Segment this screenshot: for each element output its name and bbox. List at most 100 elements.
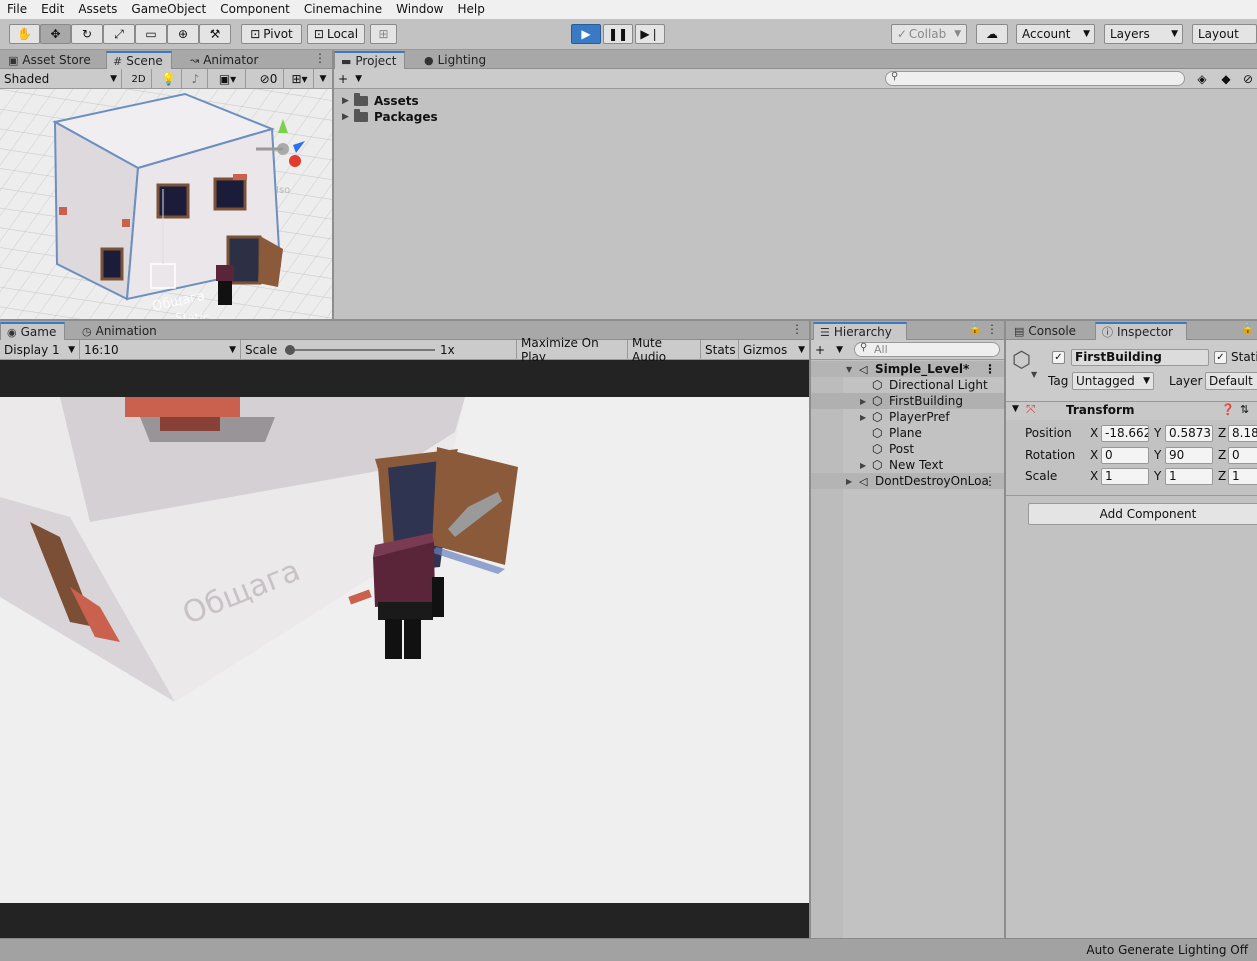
scale-x-field[interactable]: 1 [1101,468,1149,485]
tab-scene[interactable]: # Scene [106,51,172,69]
expand-arrow-icon[interactable]: ▶ [860,461,866,470]
expand-arrow-icon[interactable]: ▶ [860,397,866,406]
pause-button[interactable]: ❚❚ [603,24,633,44]
toggle-2d[interactable]: 2D [126,69,152,89]
scene-row[interactable]: ▼ ◁ Simple_Level* ⋮ [811,361,1004,377]
aspect-dropdown[interactable]: 16:10 ▼ [80,340,241,360]
expand-arrow-icon[interactable]: ▶ [342,112,354,122]
chevron-down-icon[interactable]: ▼ [314,69,332,89]
transform-tool-icon[interactable]: ⊕ [167,24,199,44]
audio-icon[interactable]: ♪ [184,69,208,89]
menu-window[interactable]: Window [389,0,450,19]
step-button[interactable]: ▶❘ [635,24,665,44]
menu-gameobject[interactable]: GameObject [124,0,213,19]
active-checkbox[interactable]: ✓ [1052,351,1065,364]
stats-toggle[interactable]: Stats [701,340,739,360]
shading-dropdown[interactable]: Shaded ▼ [0,69,122,89]
list-item[interactable]: ▶ ⬡ PlayerPref [811,409,1004,425]
play-button[interactable]: ▶ [571,24,601,44]
component-header[interactable]: ▼ ⤧ Transform ❓ ⇅ [1006,402,1257,420]
layer-dropdown[interactable]: Default [1205,372,1257,390]
custom-tool-icon[interactable]: ⚒ [199,24,231,44]
scale-tool-icon[interactable]: ⤢ [103,24,135,44]
rotate-tool-icon[interactable]: ↻ [71,24,103,44]
layout-dropdown[interactable]: Layout [1192,24,1257,44]
display-dropdown[interactable]: Display 1 ▼ [0,340,80,360]
filter-type-icon[interactable]: ◈ [1191,69,1213,89]
rotation-y-field[interactable]: 90 [1165,447,1213,464]
gizmos-dropdown[interactable]: Gizmos ▼ [739,340,809,360]
hand-tool-icon[interactable]: ✋ [9,24,40,44]
list-item[interactable]: ▶ ⬡ FirstBuilding [811,393,1004,409]
light-icon[interactable]: 💡 [156,69,182,89]
scene-viewport[interactable]: Общага Static Iso [0,89,332,319]
list-item[interactable]: ▶ ⬡ New Text [811,457,1004,473]
menu-edit[interactable]: Edit [34,0,71,19]
lock-icon[interactable]: 🔒 [968,322,982,335]
cloud-icon[interactable]: ☁ [976,24,1008,44]
scale-slider-handle[interactable] [285,345,295,355]
mute-audio-toggle[interactable]: Mute Audio [628,336,701,364]
list-item[interactable]: ⬡ Plane [811,425,1004,441]
folder-packages[interactable]: ▶ Packages [342,109,438,125]
game-canvas[interactable]: Общага [0,397,809,903]
rotation-z-field[interactable]: 0 [1228,447,1257,464]
menu-file[interactable]: File [0,0,34,19]
hidden-packages-icon[interactable]: ⊘ [1239,69,1257,89]
list-item[interactable]: ⬡ Post [811,441,1004,457]
chevron-down-icon[interactable]: ▼ [1031,370,1037,379]
rotation-x-field[interactable]: 0 [1101,447,1149,464]
settings-sliders-icon[interactable]: ⇅ [1240,403,1249,416]
kebab-menu-icon[interactable]: ⋮ [984,362,996,376]
chevron-down-icon[interactable]: ▼ [1012,404,1019,414]
tab-hierarchy[interactable]: ☰ Hierarchy [813,322,907,340]
tab-inspector[interactable]: ⓘ Inspector [1095,322,1187,340]
static-checkbox[interactable]: ✓ [1214,351,1227,364]
expand-arrow-icon[interactable]: ▶ [846,477,852,486]
tab-project[interactable]: ▬ Project [334,51,406,69]
expand-arrow-icon[interactable]: ▶ [342,96,354,106]
position-y-field[interactable]: 0.5873 [1165,425,1213,442]
effects-icon[interactable]: ▣▾ [210,69,246,89]
layers-dropdown[interactable]: Layers ▼ [1104,24,1183,44]
menu-cinemachine[interactable]: Cinemachine [297,0,389,19]
help-icon[interactable]: ❓ [1221,403,1235,416]
dontdestroy-scene-row[interactable]: ▶ ◁ DontDestroyOnLoa ⋮ [811,473,1004,489]
expand-arrow-icon[interactable]: ▶ [860,413,866,422]
snap-icon[interactable]: ⊞ [370,24,397,44]
hierarchy-search-input[interactable]: ⚲ All [854,342,1000,357]
scale-track[interactable] [285,349,435,351]
add-component-button[interactable]: Add Component [1028,503,1257,525]
local-toggle[interactable]: ⊡ Local [307,24,365,44]
kebab-menu-icon[interactable]: ⋮ [791,322,803,336]
project-search-input[interactable]: ⚲ [885,71,1185,86]
tab-lighting[interactable]: ● Lighting [418,51,494,69]
tab-console[interactable]: ▤ Console [1008,322,1084,340]
object-name-field[interactable]: FirstBuilding [1071,349,1209,366]
position-x-field[interactable]: -18.662 [1101,425,1149,442]
grid-toggle-icon[interactable]: ⊞▾ [286,69,314,89]
menu-assets[interactable]: Assets [71,0,124,19]
rect-tool-icon[interactable]: ▭ [135,24,167,44]
scale-z-field[interactable]: 1 [1228,468,1257,485]
folder-assets[interactable]: ▶ Assets [342,93,419,109]
lock-icon[interactable]: 🔒 [1241,322,1255,335]
pivot-toggle[interactable]: ⊡ Pivot [241,24,302,44]
create-button[interactable]: + ▼ [811,340,847,360]
tab-asset-store[interactable]: ▣ Asset Store [2,51,99,69]
kebab-menu-icon[interactable]: ⋮ [314,51,326,65]
tab-animator[interactable]: ↝ Animator [184,51,266,69]
menu-help[interactable]: Help [451,0,492,19]
account-dropdown[interactable]: Account ▼ [1016,24,1095,44]
list-item[interactable]: ⬡ Directional Light [811,377,1004,393]
menu-component[interactable]: Component [213,0,297,19]
maximize-on-play-toggle[interactable]: Maximize On Play [517,336,628,364]
hidden-toggle[interactable]: ⊘ 0 [254,69,284,89]
position-z-field[interactable]: 8.186 [1228,425,1257,442]
expand-arrow-icon[interactable]: ▼ [846,365,852,374]
kebab-menu-icon[interactable]: ⋮ [986,322,998,336]
lighting-status[interactable]: Auto Generate Lighting Off [1086,943,1248,957]
scale-y-field[interactable]: 1 [1165,468,1213,485]
add-button[interactable]: + ▼ [334,69,366,89]
kebab-menu-icon[interactable]: ⋮ [984,474,996,488]
